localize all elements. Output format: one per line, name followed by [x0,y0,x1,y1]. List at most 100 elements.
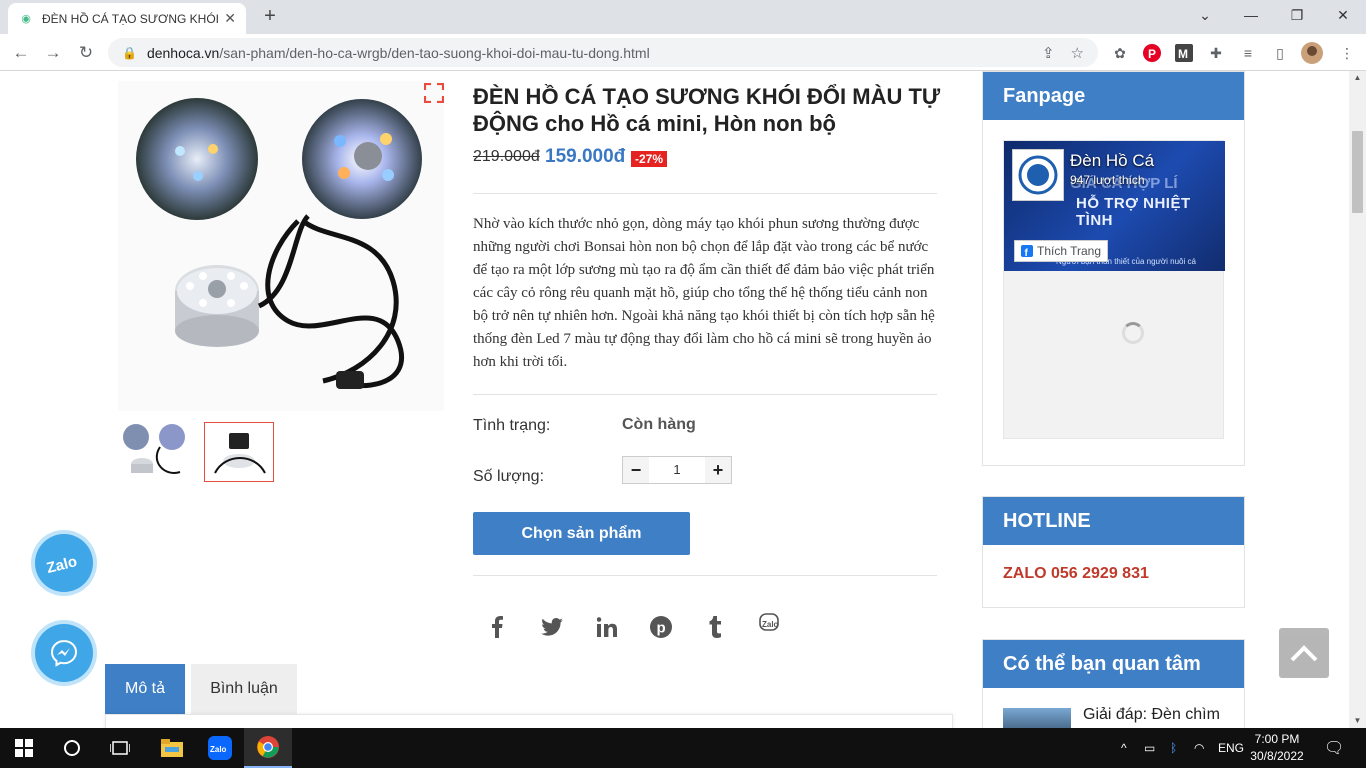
quantity-label: Số lượng: [473,468,545,485]
decrease-button[interactable]: − [623,457,649,483]
sidebar-icon[interactable]: ▯ [1269,42,1291,64]
hotline-number[interactable]: ZALO 056 2929 831 [983,545,1244,603]
m-extension-icon[interactable]: M [1173,42,1195,64]
lock-icon: 🔒 [122,45,137,60]
bluetooth-icon[interactable]: ᛒ [1170,728,1177,768]
battery-icon[interactable]: ▭ [1144,728,1155,768]
share-icon[interactable]: ⇪ [1042,44,1055,62]
quantity-stepper: − 1 + [622,456,732,484]
tray-show-hidden-icon[interactable]: ^ [1121,728,1127,768]
svg-text:Zalo: Zalo [762,620,779,629]
zalo-icon: Zalo [45,553,79,577]
page-logo[interactable] [1012,149,1064,201]
divider [473,193,937,194]
facebook-icon[interactable] [482,612,512,642]
quantity-input[interactable]: 1 [649,457,705,483]
search-icon[interactable] [48,728,96,768]
back-to-top-button[interactable] [1279,628,1329,678]
related-widget: Có thể bạn quan tâm Giải đáp: Đèn chìm [982,639,1245,728]
fanpage-heading: Fanpage [983,72,1244,120]
close-tab-icon[interactable]: ✕ [224,10,236,27]
browser-tab[interactable]: ◉ ĐÈN HỒ CÁ TẠO SƯƠNG KHÓI Đ ✕ [8,3,246,34]
new-tab-button[interactable]: + [258,6,282,28]
notification-icon[interactable]: 🗨 [1324,728,1344,768]
product-description: Nhờ vào kích thước nhỏ gọn, dòng máy tạo… [473,216,935,370]
chevron-up-icon [1290,645,1318,662]
page-scrollbar[interactable]: ▲ ▼ [1349,71,1366,728]
status-label: Tình trạng: [473,417,551,434]
divider [473,394,937,395]
related-post-thumbnail[interactable] [1003,708,1071,728]
fanpage-widget: Fanpage GIÁ CẢ HỢP LÍ HỖ TRỢ NHIỆT TÌNH … [982,71,1245,466]
reload-icon[interactable]: ↻ [73,40,99,66]
puzzle-icon[interactable]: ✚ [1205,42,1227,64]
like-page-button[interactable]: f Thích Trang [1014,240,1109,262]
system-clock[interactable]: 7:00 PM 30/8/2022 [1246,731,1308,765]
stock-status: Còn hàng [622,416,696,433]
page-name[interactable]: Đèn Hồ Cá [1070,151,1154,171]
restore-button[interactable]: ❐ [1274,0,1320,30]
pinterest-icon[interactable]: P [1141,42,1163,64]
linkedin-icon[interactable] [592,612,622,642]
tab-search-icon[interactable]: ⌄ [1182,0,1228,30]
forward-icon[interactable]: → [40,40,66,66]
cover-graphic-text: HỖ TRỢ NHIỆT TÌNH [1076,195,1191,229]
divider [473,575,937,576]
scrollbar-thumb[interactable] [1352,131,1363,213]
related-heading: Có thể bạn quan tâm [983,640,1244,688]
scroll-up-arrow[interactable]: ▲ [1349,71,1366,85]
related-post[interactable]: Giải đáp: Đèn chìm [1003,706,1233,728]
page-likes: 947 lượt thích [1070,173,1145,187]
url-path: /san-pham/den-ho-ca-wrgb/den-tao-suong-k… [219,44,650,61]
back-icon[interactable]: ← [8,40,34,66]
zalo-app-icon[interactable]: Zalo [196,728,244,768]
expand-icon[interactable] [423,82,445,104]
language-indicator[interactable]: ENG [1218,728,1244,768]
related-post-title[interactable]: Giải đáp: Đèn chìm [1083,706,1220,724]
svg-text:P: P [1148,47,1156,61]
browser-tab-bar: ◉ ĐÈN HỒ CÁ TẠO SƯƠNG KHÓI Đ ✕ + ⌄ — ❐ ✕ [0,0,1366,34]
svg-text:Zalo: Zalo [210,745,227,754]
like-page-label: Thích Trang [1037,244,1102,258]
svg-text:M: M [1178,47,1188,61]
product-thumbnail[interactable] [120,422,190,482]
product-main-image[interactable] [118,81,444,411]
page-content: ĐÈN HỒ CÁ TẠO SƯƠNG KHÓI ĐỔI MÀU TỰ ĐỘNG… [0,71,1366,728]
messenger-chat-button[interactable] [35,624,93,682]
zalo-share-icon[interactable]: Zalo [755,609,785,639]
tab-description[interactable]: Mô tả [105,664,185,714]
select-product-button[interactable]: Chọn sản phẩm [473,512,690,555]
profile-avatar[interactable] [1301,42,1323,64]
address-bar-row: ← → ↻ 🔒 denhoca.vn/san-pham/den-ho-ca-wr… [0,34,1366,71]
menu-icon[interactable]: ⋮ [1336,42,1358,64]
tab-title: ĐÈN HỒ CÁ TẠO SƯƠNG KHÓI Đ [42,11,219,26]
hotline-heading: HOTLINE [983,497,1244,545]
tumblr-icon[interactable] [700,612,730,642]
svg-text:Zalo: Zalo [45,553,79,577]
task-view-icon[interactable] [96,728,144,768]
chrome-icon[interactable] [244,728,292,768]
tab-comments[interactable]: Bình luận [191,664,297,714]
facebook-page-embed: GIÁ CẢ HỢP LÍ HỖ TRỢ NHIỆT TÌNH Người bạ… [1003,140,1225,439]
facebook-icon: f [1021,245,1033,257]
file-explorer-icon[interactable] [148,728,196,768]
extension-icon[interactable]: ✿ [1109,42,1131,64]
minimize-button[interactable]: — [1228,0,1274,30]
old-price: 219.000đ [473,148,540,165]
increase-button[interactable]: + [705,457,731,483]
windows-icon[interactable] [0,728,48,768]
messenger-icon [50,639,78,667]
twitter-icon[interactable] [537,612,567,642]
wifi-icon[interactable]: ◠ [1194,728,1204,768]
pinterest-share-icon[interactable]: p [646,612,676,642]
clock-time: 7:00 PM [1254,732,1300,746]
reading-list-icon[interactable]: ≡ [1237,42,1259,64]
product-thumbnail-active[interactable] [204,422,274,482]
close-window-button[interactable]: ✕ [1320,0,1366,30]
star-icon[interactable]: ☆ [1071,44,1084,62]
zalo-chat-button[interactable]: Zalo [35,534,93,592]
scroll-down-arrow[interactable]: ▼ [1349,714,1366,728]
url-host: denhoca.vn [146,44,220,61]
facebook-cover[interactable]: GIÁ CẢ HỢP LÍ HỖ TRỢ NHIỆT TÌNH Người bạ… [1004,141,1225,271]
url-input[interactable]: 🔒 denhoca.vn/san-pham/den-ho-ca-wrgb/den… [108,38,1098,67]
